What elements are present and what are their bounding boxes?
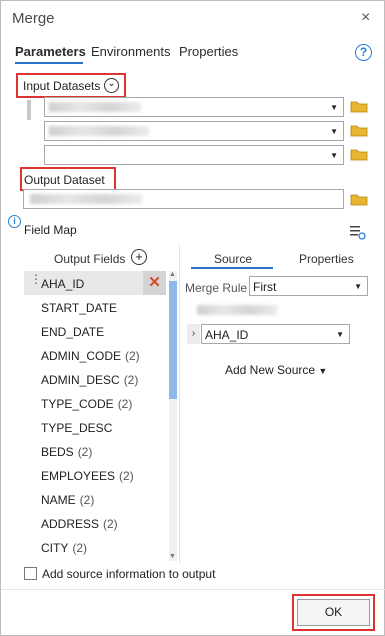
chevron-down-icon: ▼	[318, 366, 328, 376]
add-source-info-label: Add source information to output	[42, 567, 216, 581]
input-dataset-dropdown-2[interactable]: ▼	[44, 121, 344, 141]
active-tab-indicator	[15, 62, 83, 64]
output-fields-label: Output Fields	[54, 252, 126, 266]
field-source-count: (2)	[125, 349, 140, 363]
help-icon[interactable]: ?	[355, 44, 372, 61]
close-icon[interactable]: ×	[361, 9, 370, 27]
tab-environments[interactable]: Environments	[91, 44, 170, 59]
folder-icon[interactable]	[350, 124, 368, 137]
add-new-source-button[interactable]: Add New Source ▼	[225, 363, 327, 377]
scroll-up-icon[interactable]: ▲	[169, 271, 176, 278]
field-row[interactable]: ADDRESS (2)	[41, 517, 118, 531]
chevron-down-icon: ▼	[336, 330, 344, 339]
merge-rule-label: Merge Rule	[185, 281, 248, 295]
tab-properties[interactable]: Properties	[179, 44, 238, 59]
field-source-count: (2)	[79, 493, 95, 507]
field-source-count: (2)	[123, 373, 139, 387]
chevron-down-icon: ▼	[330, 127, 338, 136]
tab-source[interactable]: Source	[214, 252, 252, 266]
source-field-dropdown[interactable]: AHA_ID ▼	[201, 324, 350, 344]
output-dataset-field[interactable]	[23, 189, 344, 209]
field-name: TYPE_DESC	[41, 421, 113, 435]
field-name: TYPE_CODE	[41, 397, 114, 411]
chevron-down-icon: ▼	[330, 151, 338, 160]
field-name: EMPLOYEES	[41, 469, 116, 483]
info-icon[interactable]: i	[8, 215, 21, 228]
field-source-count: (2)	[77, 445, 93, 459]
delete-field-icon[interactable]: ✕	[143, 271, 166, 295]
field-map-label: Field Map	[24, 223, 77, 237]
field-source-count: (2)	[72, 541, 88, 555]
field-name: ADMIN_DESC	[41, 373, 120, 387]
chevron-right-icon[interactable]: ›	[187, 324, 200, 344]
field-row[interactable]: AHA_ID	[41, 277, 84, 291]
scrollbar-thumb[interactable]	[169, 281, 177, 399]
folder-icon[interactable]	[350, 193, 368, 206]
dialog-title: Merge	[12, 10, 55, 27]
tab-source-properties[interactable]: Properties	[299, 252, 354, 266]
reorder-handle[interactable]	[27, 100, 31, 120]
field-name: END_DATE	[41, 325, 105, 339]
field-row[interactable]: TYPE_CODE (2)	[41, 397, 132, 411]
tab-parameters[interactable]: Parameters	[15, 44, 86, 59]
chevron-down-icon: ▼	[354, 282, 362, 291]
footer-divider	[1, 589, 385, 590]
field-row[interactable]: END_DATE	[41, 325, 104, 339]
field-row[interactable]: TYPE_DESC	[41, 421, 112, 435]
merge-rule-dropdown[interactable]: First ▼	[249, 276, 368, 296]
field-row[interactable]: START_DATE	[41, 301, 117, 315]
field-row[interactable]: CITY (2)	[41, 541, 87, 555]
field-map-divider	[179, 245, 180, 563]
field-name: ADMIN_CODE	[41, 349, 122, 363]
field-name: START_DATE	[41, 301, 118, 315]
input-datasets-label: Input Datasets	[23, 79, 101, 93]
field-row[interactable]: ADMIN_DESC (2)	[41, 373, 138, 387]
add-new-source-label: Add New Source	[225, 363, 316, 377]
source-field-value: AHA_ID	[205, 328, 249, 342]
folder-icon[interactable]	[350, 148, 368, 161]
chevron-down-icon: ▼	[330, 103, 338, 112]
field-name: ADDRESS	[41, 517, 100, 531]
field-row[interactable]: ADMIN_CODE (2)	[41, 349, 140, 363]
field-source-count: (2)	[117, 397, 133, 411]
input-dataset-dropdown-empty[interactable]: ▼	[44, 145, 344, 165]
field-name: BEDS	[41, 445, 74, 459]
field-name: AHA_ID	[41, 277, 85, 291]
field-name: NAME	[41, 493, 76, 507]
field-source-count: (2)	[103, 517, 118, 531]
merge-rule-value: First	[253, 280, 277, 294]
field-map-options-icon[interactable]	[349, 224, 367, 240]
expand-chevron-icon[interactable]: ⌄	[104, 78, 119, 93]
output-dataset-label: Output Dataset	[24, 173, 105, 187]
source-tab-indicator	[191, 267, 273, 269]
add-source-info-checkbox[interactable]	[24, 567, 37, 580]
field-row[interactable]: BEDS (2)	[41, 445, 92, 459]
merge-dialog: Merge × Parameters Environments Properti…	[0, 0, 385, 636]
add-field-icon[interactable]: +	[131, 249, 147, 265]
field-source-count: (2)	[119, 469, 134, 483]
folder-icon[interactable]	[350, 100, 368, 113]
field-row[interactable]: EMPLOYEES (2)	[41, 469, 134, 483]
scroll-down-icon[interactable]: ▼	[169, 553, 176, 560]
field-name: CITY	[41, 541, 69, 555]
input-dataset-dropdown-1[interactable]: ▼	[44, 97, 344, 117]
ok-button[interactable]: OK	[297, 599, 370, 626]
field-row[interactable]: NAME (2)	[41, 493, 94, 507]
